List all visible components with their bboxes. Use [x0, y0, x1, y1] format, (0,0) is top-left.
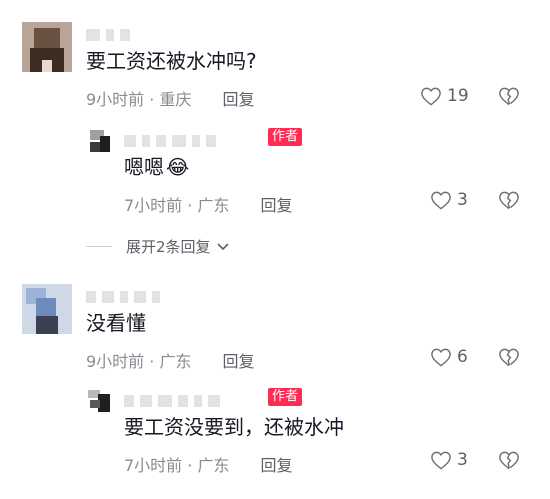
reply-button[interactable]: 回复 — [223, 352, 255, 371]
heart-outline-icon — [431, 451, 451, 470]
reply-username[interactable] — [124, 130, 222, 147]
comment-text: 要工资还被水冲吗? — [86, 49, 257, 73]
avatar[interactable] — [22, 22, 72, 72]
like-count: 19 — [447, 86, 469, 106]
comment-text-value: 没看懂 — [86, 311, 146, 335]
avatar[interactable] — [22, 284, 72, 334]
expand-replies-label: 展开2条回复 — [126, 238, 211, 256]
reply-avatar[interactable] — [86, 126, 116, 156]
reply-button[interactable]: 回复 — [223, 90, 255, 109]
chevron-down-icon — [216, 242, 229, 250]
heart-outline-icon — [431, 348, 451, 367]
broken-heart-icon — [499, 451, 519, 470]
reply-meta-row: 7小时前 · 广东 回复 — [124, 452, 293, 476]
comment-meta-row: 9小时前 · 重庆 回复 — [86, 86, 255, 110]
reply-timestamp-location: 7小时前 · 广东 — [124, 456, 230, 475]
username[interactable] — [86, 24, 136, 41]
reply-button[interactable]: 回复 — [261, 196, 293, 215]
like-button[interactable]: 6 — [430, 347, 468, 367]
comment-item: 要工资还被水冲吗? 9小时前 · 重庆 回复 19 作者 嗯嗯 😂 7小时前 · … — [0, 0, 550, 256]
author-badge: 作者 — [268, 388, 303, 406]
like-count: 3 — [457, 450, 468, 470]
dislike-button[interactable] — [498, 450, 520, 474]
like-count: 3 — [457, 190, 468, 210]
divider — [86, 246, 112, 247]
reply-meta-row: 7小时前 · 广东 回复 — [124, 192, 293, 216]
like-button[interactable]: 3 — [430, 450, 468, 470]
expand-replies-button[interactable]: 展开2条回复 — [86, 236, 229, 257]
author-badge: 作者 — [268, 128, 303, 146]
comment-text: 没看懂 — [86, 310, 146, 336]
heart-outline-icon — [421, 87, 441, 106]
comment-timestamp-location: 9小时前 · 重庆 — [86, 90, 192, 109]
dislike-button[interactable] — [498, 190, 520, 214]
comment-item: 没看懂 9小时前 · 广东 回复 6 作者 要工资没要到，还被水冲 7小时前 ·… — [0, 270, 550, 499]
like-count: 6 — [457, 347, 468, 367]
broken-heart-icon — [499, 87, 519, 106]
reply-button[interactable]: 回复 — [261, 456, 293, 475]
reply-text: 要工资没要到，还被水冲 — [124, 415, 344, 439]
like-button[interactable]: 3 — [430, 190, 468, 210]
reply-avatar[interactable] — [86, 386, 116, 416]
laughing-emoji-icon: 😂 — [166, 155, 190, 179]
like-button[interactable]: 19 — [420, 86, 469, 106]
comment-meta-row: 9小时前 · 广东 回复 — [86, 348, 255, 372]
comment-timestamp-location: 9小时前 · 广东 — [86, 352, 192, 371]
heart-outline-icon — [431, 191, 451, 210]
reply-timestamp-location: 7小时前 · 广东 — [124, 196, 230, 215]
dislike-button[interactable] — [498, 86, 520, 110]
broken-heart-icon — [499, 191, 519, 210]
username[interactable] — [86, 286, 166, 303]
broken-heart-icon — [499, 348, 519, 367]
dislike-button[interactable] — [498, 347, 520, 371]
reply-text: 嗯嗯 😂 — [124, 155, 190, 179]
reply-username[interactable] — [124, 390, 226, 407]
